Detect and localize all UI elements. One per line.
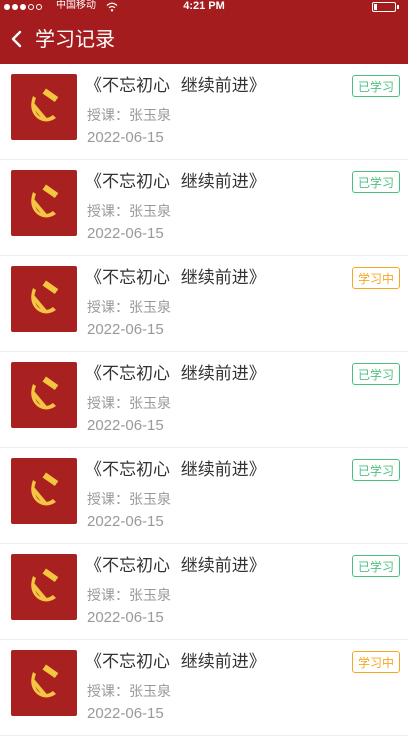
list-item[interactable]: 《不忘初心 继续前进》 授课：张玉泉 2022-06-15 学习中 — [0, 256, 408, 352]
course-title: 《不忘初心 继续前进》 — [85, 76, 266, 96]
teacher-label: 授课：张玉泉 — [87, 588, 171, 604]
page-title: 学习记录 — [35, 27, 115, 51]
hammer-sickle-icon — [31, 664, 59, 698]
teacher-label: 授课：张玉泉 — [87, 684, 171, 700]
status-badge: 已学习 — [352, 459, 400, 481]
nav-bar: 学习记录 — [0, 14, 408, 64]
course-title: 《不忘初心 继续前进》 — [85, 268, 266, 288]
course-title: 《不忘初心 继续前进》 — [85, 460, 266, 480]
clock: 4:21 PM — [183, 0, 225, 12]
course-title: 《不忘初心 继续前进》 — [85, 172, 266, 192]
status-bar: 中国移动 4:21 PM — [0, 0, 408, 14]
list-item[interactable]: 《不忘初心 继续前进》 授课：张玉泉 2022-06-15 已学习 — [0, 352, 408, 448]
course-thumbnail — [11, 554, 77, 620]
record-list: 《不忘初心 继续前进》 授课：张玉泉 2022-06-15 已学习 《不忘初心 … — [0, 64, 408, 736]
course-thumbnail — [11, 74, 77, 140]
hammer-sickle-icon — [31, 184, 59, 218]
date-label: 2022-06-15 — [87, 129, 164, 146]
teacher-label: 授课：张玉泉 — [87, 300, 171, 316]
status-badge: 已学习 — [352, 363, 400, 385]
hammer-sickle-icon — [31, 280, 59, 314]
course-thumbnail — [11, 170, 77, 236]
status-badge: 已学习 — [352, 171, 400, 193]
course-thumbnail — [11, 266, 77, 332]
date-label: 2022-06-15 — [87, 513, 164, 530]
list-item[interactable]: 《不忘初心 继续前进》 授课：张玉泉 2022-06-15 已学习 — [0, 160, 408, 256]
hammer-sickle-icon — [31, 376, 59, 410]
date-label: 2022-06-15 — [87, 417, 164, 434]
date-label: 2022-06-15 — [87, 609, 164, 626]
battery-icon — [372, 2, 399, 12]
status-badge: 已学习 — [352, 555, 400, 577]
hammer-sickle-icon — [31, 472, 59, 506]
list-item[interactable]: 《不忘初心 继续前进》 授课：张玉泉 2022-06-15 已学习 — [0, 544, 408, 640]
teacher-label: 授课：张玉泉 — [87, 204, 171, 220]
hammer-sickle-icon — [31, 88, 59, 122]
course-thumbnail — [11, 362, 77, 428]
status-badge: 学习中 — [352, 651, 400, 673]
course-thumbnail — [11, 650, 77, 716]
date-label: 2022-06-15 — [87, 225, 164, 242]
teacher-label: 授课：张玉泉 — [87, 396, 171, 412]
chevron-left-icon — [11, 30, 22, 48]
hammer-sickle-icon — [31, 568, 59, 602]
list-item[interactable]: 《不忘初心 继续前进》 授课：张玉泉 2022-06-15 已学习 — [0, 64, 408, 160]
status-badge: 学习中 — [352, 267, 400, 289]
back-button[interactable] — [6, 25, 30, 53]
teacher-label: 授课：张玉泉 — [87, 492, 171, 508]
course-title: 《不忘初心 继续前进》 — [85, 556, 266, 576]
date-label: 2022-06-15 — [87, 705, 164, 722]
course-thumbnail — [11, 458, 77, 524]
course-title: 《不忘初心 继续前进》 — [85, 364, 266, 384]
teacher-label: 授课：张玉泉 — [87, 108, 171, 124]
course-title: 《不忘初心 继续前进》 — [85, 652, 266, 672]
status-badge: 已学习 — [352, 75, 400, 97]
list-item[interactable]: 《不忘初心 继续前进》 授课：张玉泉 2022-06-15 已学习 — [0, 448, 408, 544]
date-label: 2022-06-15 — [87, 321, 164, 338]
list-item[interactable]: 《不忘初心 继续前进》 授课：张玉泉 2022-06-15 学习中 — [0, 640, 408, 736]
